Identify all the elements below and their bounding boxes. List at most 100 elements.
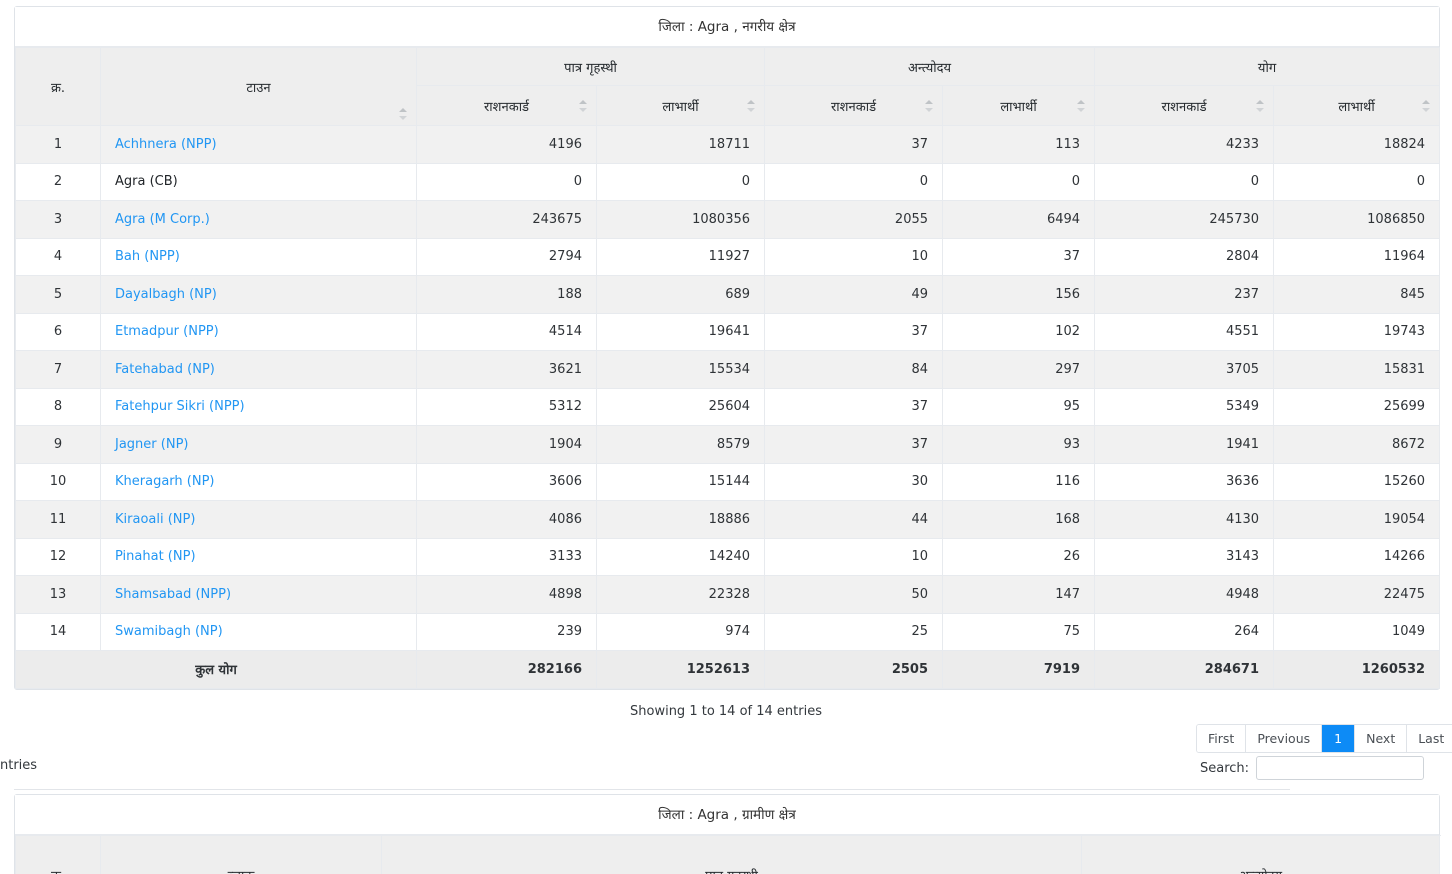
cell-town[interactable]: Kheragarh (NP): [100, 462, 417, 501]
town-link[interactable]: Bah (NPP): [115, 249, 180, 264]
sort-arrows-icon[interactable]: [747, 99, 756, 113]
table-row: 10 Kheragarh (NP) 3606 15144 30 116 3636 15260: [15, 462, 1441, 501]
town-link[interactable]: Fatehpur Sikri (NPP): [115, 399, 245, 414]
table-row: 1 Achhnera (NPP) 4196 18711 37 113 4233 18824: [15, 125, 1441, 164]
search-control[interactable]: Search:: [1200, 756, 1425, 780]
sort-arrows-icon[interactable]: [399, 107, 408, 121]
table-row: 4 Bah (NPP) 2794 11927 10 37 2804 11964: [15, 237, 1441, 276]
cell-total-labharthi: 8672: [1273, 425, 1441, 464]
cell-ay-labharthi: 297: [942, 350, 1096, 389]
cell-ay-labharthi: 168: [942, 500, 1096, 539]
header-ay-labharthi-label: लाभार्थी: [1000, 99, 1037, 115]
cell-town[interactable]: Agra (M Corp.): [100, 200, 417, 239]
table-row: 9 Jagner (NP) 1904 8579 37 93 1941 8672: [15, 425, 1441, 464]
header-ay-labharthi[interactable]: लाभार्थी: [942, 85, 1096, 126]
cell-ay-rashancard: 10: [764, 237, 944, 276]
sort-arrows-icon[interactable]: [1256, 99, 1265, 113]
cell-ph-rashancard: 5312: [416, 387, 597, 426]
header-total-labharthi[interactable]: लाभार्थी: [1273, 85, 1441, 126]
rural-header-group-patra-grihasthi[interactable]: पात्र गृहस्थी: [380, 835, 1083, 874]
cell-total-rashancard: 4551: [1094, 312, 1275, 351]
header-ay-rashancard[interactable]: राशनकार्ड: [764, 85, 944, 126]
cell-town[interactable]: Fatehpur Sikri (NPP): [100, 387, 417, 426]
rural-header-serial[interactable]: क्र.: [15, 835, 101, 874]
pagination-first[interactable]: First: [1197, 725, 1247, 752]
town-link[interactable]: Swamibagh (NP): [115, 624, 223, 639]
cell-ph-rashancard: 4086: [416, 500, 597, 539]
table-row: 5 Dayalbagh (NP) 188 689 49 156 237 845: [15, 275, 1441, 314]
cell-ph-labharthi: 1080356: [595, 200, 766, 239]
town-link[interactable]: Jagner (NP): [115, 437, 188, 452]
cell-town[interactable]: Shamsabad (NPP): [100, 575, 417, 614]
pagination-next[interactable]: Next: [1355, 725, 1408, 752]
header-group-patra-grihasthi[interactable]: पात्र गृहस्थी: [415, 47, 766, 86]
pagination-last[interactable]: Last: [1407, 725, 1452, 752]
cell-serial: 8: [15, 387, 101, 426]
cell-total-labharthi: 11964: [1273, 237, 1441, 276]
sort-arrows-icon[interactable]: [925, 99, 934, 113]
cell-total-rashancard: 3636: [1094, 462, 1275, 501]
cell-ay-rashancard: 44: [764, 500, 944, 539]
cell-ph-rashancard: 243675: [416, 200, 597, 239]
cell-ay-labharthi: 0: [942, 162, 1096, 201]
cell-ph-labharthi: 18711: [595, 125, 766, 164]
cell-total-labharthi: 845: [1273, 275, 1441, 314]
urban-header-group-row: क्र. टाउन पात्र गृहस्थी अन्त्योदय योग: [15, 47, 1441, 126]
cell-town[interactable]: Swamibagh (NP): [100, 612, 417, 651]
town-link[interactable]: Achhnera (NPP): [115, 137, 217, 152]
cell-total-labharthi: 19054: [1273, 500, 1441, 539]
cell-town[interactable]: Pinahat (NP): [100, 537, 417, 576]
town-link[interactable]: Dayalbagh (NP): [115, 287, 217, 302]
town-link[interactable]: Kheragarh (NP): [115, 474, 215, 489]
cell-serial: 3: [15, 200, 101, 239]
rural-header-block[interactable]: ब्लाक: [100, 835, 382, 874]
header-town[interactable]: टाउन: [100, 47, 417, 126]
header-total-rashancard-label: राशनकार्ड: [1161, 99, 1207, 115]
total-ay-labharthi: 7919: [942, 650, 1096, 689]
cell-ay-rashancard: 37: [764, 425, 944, 464]
header-total-rashancard[interactable]: राशनकार्ड: [1094, 85, 1275, 126]
cell-total-labharthi: 18824: [1273, 125, 1441, 164]
cell-total-rashancard: 3143: [1094, 537, 1275, 576]
entries-length-fragment: ntries: [0, 758, 38, 773]
town-link[interactable]: Pinahat (NP): [115, 549, 196, 564]
town-link[interactable]: Fatehabad (NP): [115, 362, 215, 377]
table-row: 6 Etmadpur (NPP) 4514 19641 37 102 4551 19743: [15, 312, 1441, 351]
cell-ph-rashancard: 0: [416, 162, 597, 201]
town-link[interactable]: Kiraoali (NP): [115, 512, 195, 527]
town-link[interactable]: Shamsabad (NPP): [115, 587, 231, 602]
cell-town[interactable]: Jagner (NP): [100, 425, 417, 464]
cell-town[interactable]: Fatehabad (NP): [100, 350, 417, 389]
search-input[interactable]: [1256, 756, 1425, 780]
cell-town[interactable]: Bah (NPP): [100, 237, 417, 276]
town-link[interactable]: Etmadpur (NPP): [115, 324, 219, 339]
cell-town[interactable]: Dayalbagh (NP): [100, 275, 417, 314]
cell-serial: 13: [15, 575, 101, 614]
cell-total-labharthi: 1086850: [1273, 200, 1441, 239]
sort-arrows-icon[interactable]: [579, 99, 588, 113]
header-ph-rashancard[interactable]: राशनकार्ड: [416, 85, 597, 126]
pagination-previous[interactable]: Previous: [1246, 725, 1323, 752]
cell-total-labharthi: 25699: [1273, 387, 1441, 426]
urban-data-table: क्र. टाउन पात्र गृहस्थी अन्त्योदय योग रा…: [15, 47, 1441, 689]
urban-table-body: 1 Achhnera (NPP) 4196 18711 37 113 4233 18824 2 A…: [15, 125, 1441, 689]
header-ph-labharthi[interactable]: लाभार्थी: [595, 85, 766, 126]
pagination[interactable]: First Previous 1 Next Last: [1196, 724, 1452, 753]
cell-total-rashancard: 4948: [1094, 575, 1275, 614]
cell-ay-rashancard: 37: [764, 125, 944, 164]
cell-total-labharthi: 15260: [1273, 462, 1441, 501]
sort-arrows-icon[interactable]: [1422, 99, 1431, 113]
pagination-page-1[interactable]: 1: [1322, 725, 1356, 752]
cell-town[interactable]: Etmadpur (NPP): [100, 312, 417, 351]
cell-town[interactable]: Achhnera (NPP): [100, 125, 417, 164]
rural-header-group-antyodaya[interactable]: अन्त्योदय: [1081, 835, 1441, 874]
table-row: 3 Agra (M Corp.) 243675 1080356 2055 6494 2457…: [15, 200, 1441, 239]
urban-report-panel: जिला : Agra , नगरीय क्षेत्र क्र. टाउन पा…: [14, 6, 1441, 690]
header-serial[interactable]: क्र.: [15, 47, 101, 126]
header-group-yog[interactable]: योग: [1094, 47, 1441, 86]
town-link[interactable]: Agra (M Corp.): [115, 212, 210, 227]
cell-serial: 5: [15, 275, 101, 314]
header-group-antyodaya[interactable]: अन्त्योदय: [764, 47, 1096, 86]
cell-town[interactable]: Kiraoali (NP): [100, 500, 417, 539]
sort-arrows-icon[interactable]: [1077, 99, 1086, 113]
